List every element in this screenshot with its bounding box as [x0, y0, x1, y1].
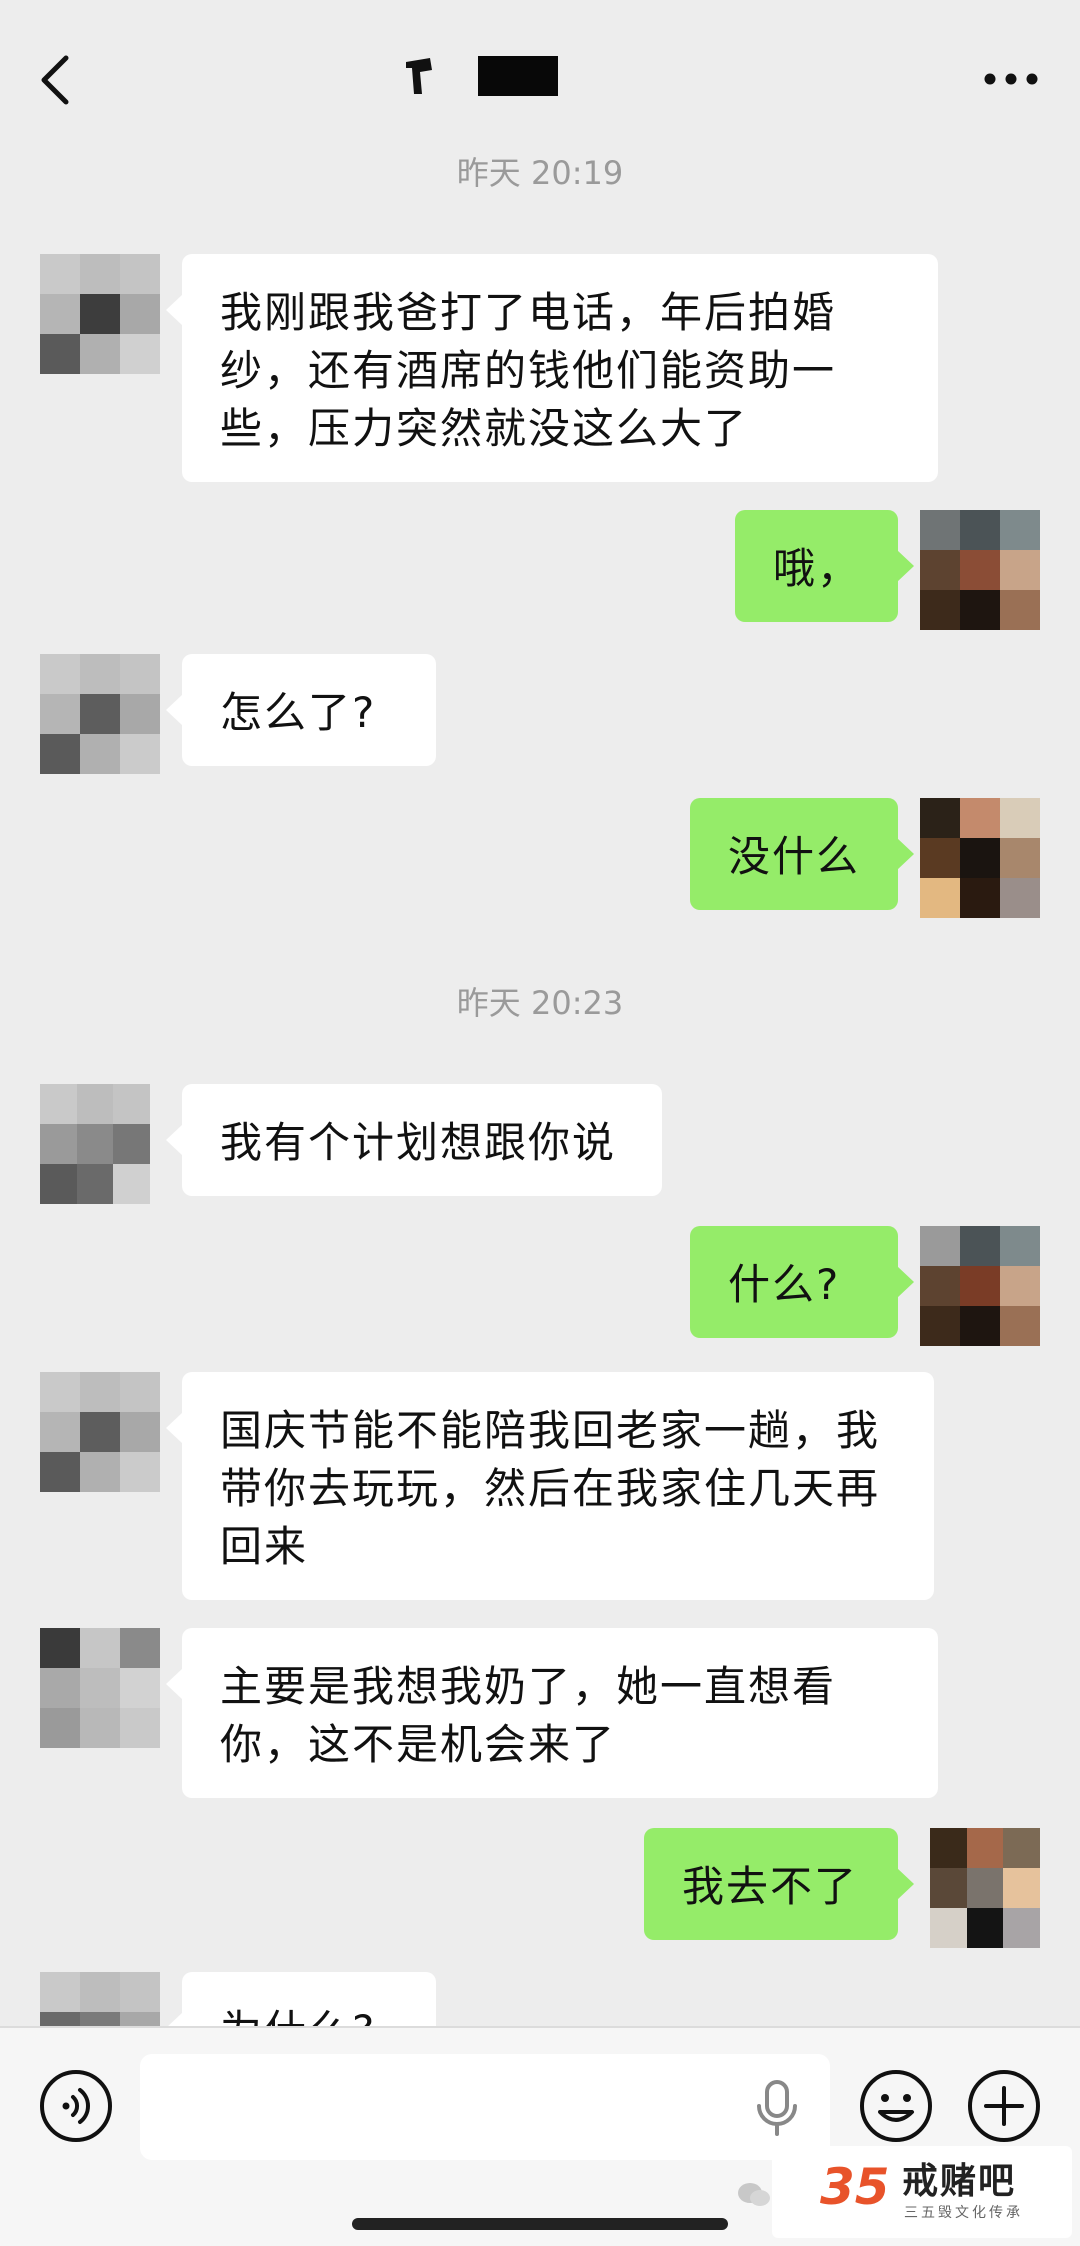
message-timestamp: 昨天 20:19 [456, 154, 624, 192]
voice-toggle-button[interactable] [38, 2068, 114, 2144]
more-options-button[interactable] [976, 56, 1046, 102]
chevron-left-icon [41, 55, 69, 105]
svg-text:35: 35 [820, 2158, 888, 2216]
site-watermark: 35 戒赌吧 三五毁文化传承 [772, 2146, 1072, 2238]
message-input[interactable] [140, 2054, 830, 2160]
more-functions-button[interactable] [966, 2068, 1042, 2144]
wechat-watermark-icon [738, 2183, 770, 2206]
message-bubble-sent[interactable]: 我去不了 [644, 1828, 914, 1940]
avatar[interactable] [920, 510, 1040, 630]
microphone-icon [757, 2080, 797, 2136]
emoji-icon [860, 2070, 932, 2142]
voice-icon [40, 2070, 112, 2142]
message-bubble-sent[interactable]: 哦， [735, 510, 914, 622]
avatar[interactable] [40, 254, 160, 374]
avatar[interactable] [40, 1372, 160, 1492]
chat-title-redacted [400, 52, 570, 102]
watermark-subtitle: 三五毁文化传承 [904, 2205, 1023, 2221]
title-glyph-fragment [406, 58, 432, 94]
message-bubble-received[interactable]: 国庆节能不能陪我回老家一趟，我带你去玩玩，然后在我家住几天再回来 [166, 1372, 934, 1600]
watermark-logo: 35 [820, 2158, 888, 2216]
message-bubble-received[interactable]: 怎么了? [166, 654, 436, 766]
more-horizontal-icon [984, 73, 1038, 85]
redaction-block [478, 56, 558, 96]
avatar[interactable] [920, 798, 1040, 918]
message-bubble-sent[interactable]: 没什么 [690, 798, 914, 910]
chat-header [0, 0, 1080, 150]
plus-icon [968, 2070, 1040, 2142]
message-timestamp: 昨天 20:23 [456, 984, 624, 1022]
message-bubble-received[interactable]: 主要是我想我奶了，她一直想看你，这不是机会来了 [166, 1628, 938, 1798]
avatar[interactable] [930, 1828, 1040, 1948]
home-indicator [352, 2218, 728, 2230]
watermark-name: 戒赌吧 [902, 2161, 1017, 2202]
avatar[interactable] [40, 1628, 160, 1748]
avatar[interactable] [40, 654, 160, 774]
message-bubble-sent[interactable]: 什么? [690, 1226, 914, 1338]
message-bubble-received[interactable]: 我有个计划想跟你说 [166, 1084, 662, 1196]
avatar[interactable] [920, 1226, 1040, 1346]
microphone-button[interactable] [752, 2078, 802, 2138]
message-bubble-received[interactable]: 我刚跟我爸打了电话，年后拍婚纱，还有酒席的钱他们能资助一些，压力突然就没这么大了 [166, 254, 938, 482]
emoji-button[interactable] [858, 2068, 934, 2144]
back-button[interactable] [24, 40, 94, 120]
avatar[interactable] [40, 1084, 150, 1204]
